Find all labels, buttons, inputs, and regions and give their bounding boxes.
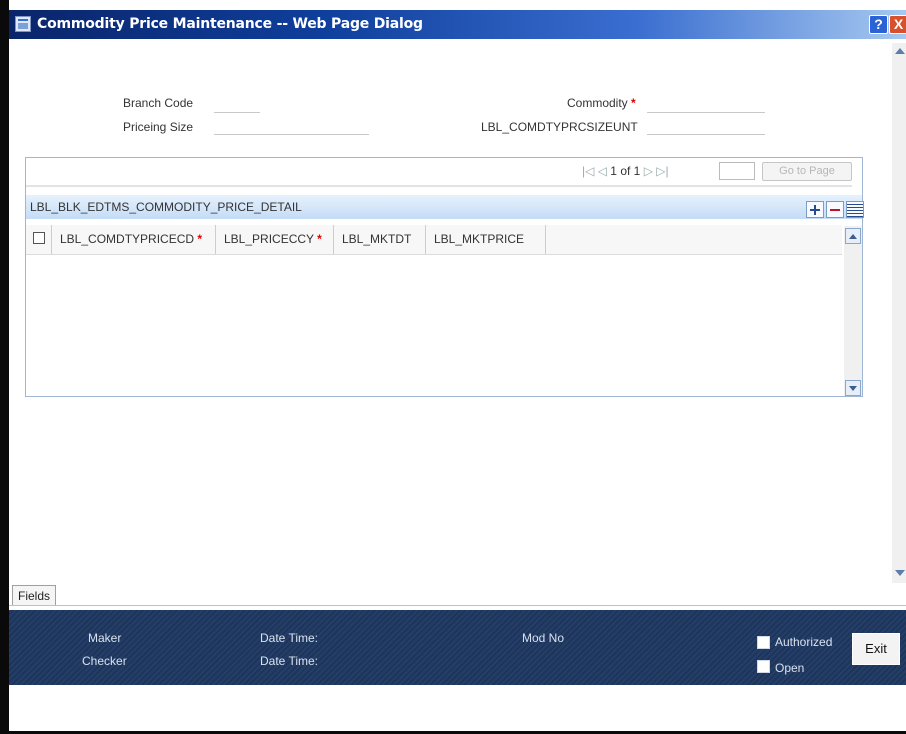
column-header-comdtypricecd[interactable]: LBL_COMDTYPRICECD * [52, 225, 216, 254]
commodity-label: Commodity * [567, 96, 636, 110]
select-all-cell [26, 225, 52, 254]
column-header-priceccy[interactable]: LBL_PRICECCY * [216, 225, 334, 254]
required-marker: * [631, 96, 636, 110]
pricing-size-field[interactable] [214, 118, 369, 135]
tab-fields[interactable]: Fields [12, 585, 56, 605]
pagination: |◁ ◁ 1 of 1 ▷ ▷| [582, 164, 669, 178]
first-page-icon[interactable]: |◁ [582, 164, 594, 178]
dialog-window: Commodity Price Maintenance -- Web Page … [0, 0, 906, 734]
title-bar: Commodity Price Maintenance -- Web Page … [9, 10, 906, 39]
required-marker: * [317, 232, 322, 246]
authorized-checkbox[interactable] [757, 636, 770, 649]
last-page-icon[interactable]: ▷| [656, 164, 668, 178]
window-left-edge [0, 0, 9, 734]
block-title: LBL_BLK_EDTMS_COMMODITY_PRICE_DETAIL [30, 200, 302, 214]
authorized-label: Authorized [775, 635, 833, 649]
grid-scroll-down-icon[interactable] [845, 380, 861, 396]
column-header-mktprice[interactable]: LBL_MKTPRICE [426, 225, 546, 254]
total-pages: 1 [633, 164, 641, 178]
grid-header-row: LBL_COMDTYPRICECD * LBL_PRICECCY * LBL_M… [26, 225, 842, 255]
size-unit-field[interactable] [647, 118, 765, 135]
maker-date-time-label: Date Time: [260, 631, 319, 645]
scroll-up-icon[interactable] [895, 48, 905, 54]
add-row-button[interactable] [806, 201, 824, 218]
branch-code-field[interactable] [214, 96, 260, 113]
mod-no-label: Mod No [522, 631, 565, 645]
tab-divider [9, 605, 906, 606]
checker-label: Checker [82, 654, 127, 668]
go-to-page-button[interactable]: Go to Page [762, 162, 852, 181]
window-title: Commodity Price Maintenance -- Web Page … [37, 16, 423, 32]
open-checkbox[interactable] [757, 660, 770, 673]
next-page-icon[interactable]: ▷ [644, 164, 653, 178]
current-page: 1 [610, 164, 617, 178]
checker-date-time-label: Date Time: [260, 654, 319, 668]
audit-footer [9, 610, 906, 685]
select-all-checkbox[interactable] [33, 232, 45, 244]
required-marker: * [197, 232, 203, 246]
panel-divider [26, 185, 852, 187]
page-number-input[interactable] [719, 162, 755, 180]
open-label: Open [775, 661, 805, 675]
maker-label: Maker [88, 631, 122, 645]
help-button[interactable]: ? [869, 15, 888, 34]
exit-button[interactable]: Exit [852, 633, 900, 665]
dialog-app-icon [15, 16, 31, 32]
single-view-button[interactable] [846, 201, 864, 218]
size-unit-label: LBL_COMDTYPRCSIZEUNT [481, 120, 638, 134]
delete-row-button[interactable] [826, 201, 844, 218]
commodity-price-detail-panel [25, 157, 863, 397]
previous-page-icon[interactable]: ◁ [598, 164, 607, 178]
page-scrollbar[interactable] [892, 43, 906, 583]
close-button[interactable]: X [889, 15, 906, 34]
commodity-field[interactable] [647, 96, 765, 113]
grid-scroll-up-icon[interactable] [845, 228, 861, 244]
column-header-mktdt[interactable]: LBL_MKTDT [334, 225, 426, 254]
grid-scrollbar[interactable] [844, 226, 862, 396]
pager-of-label: of [620, 164, 631, 178]
branch-code-label: Branch Code [123, 96, 194, 110]
scroll-down-icon[interactable] [895, 570, 905, 576]
pricing-size-label: Priceing Size [123, 120, 194, 134]
